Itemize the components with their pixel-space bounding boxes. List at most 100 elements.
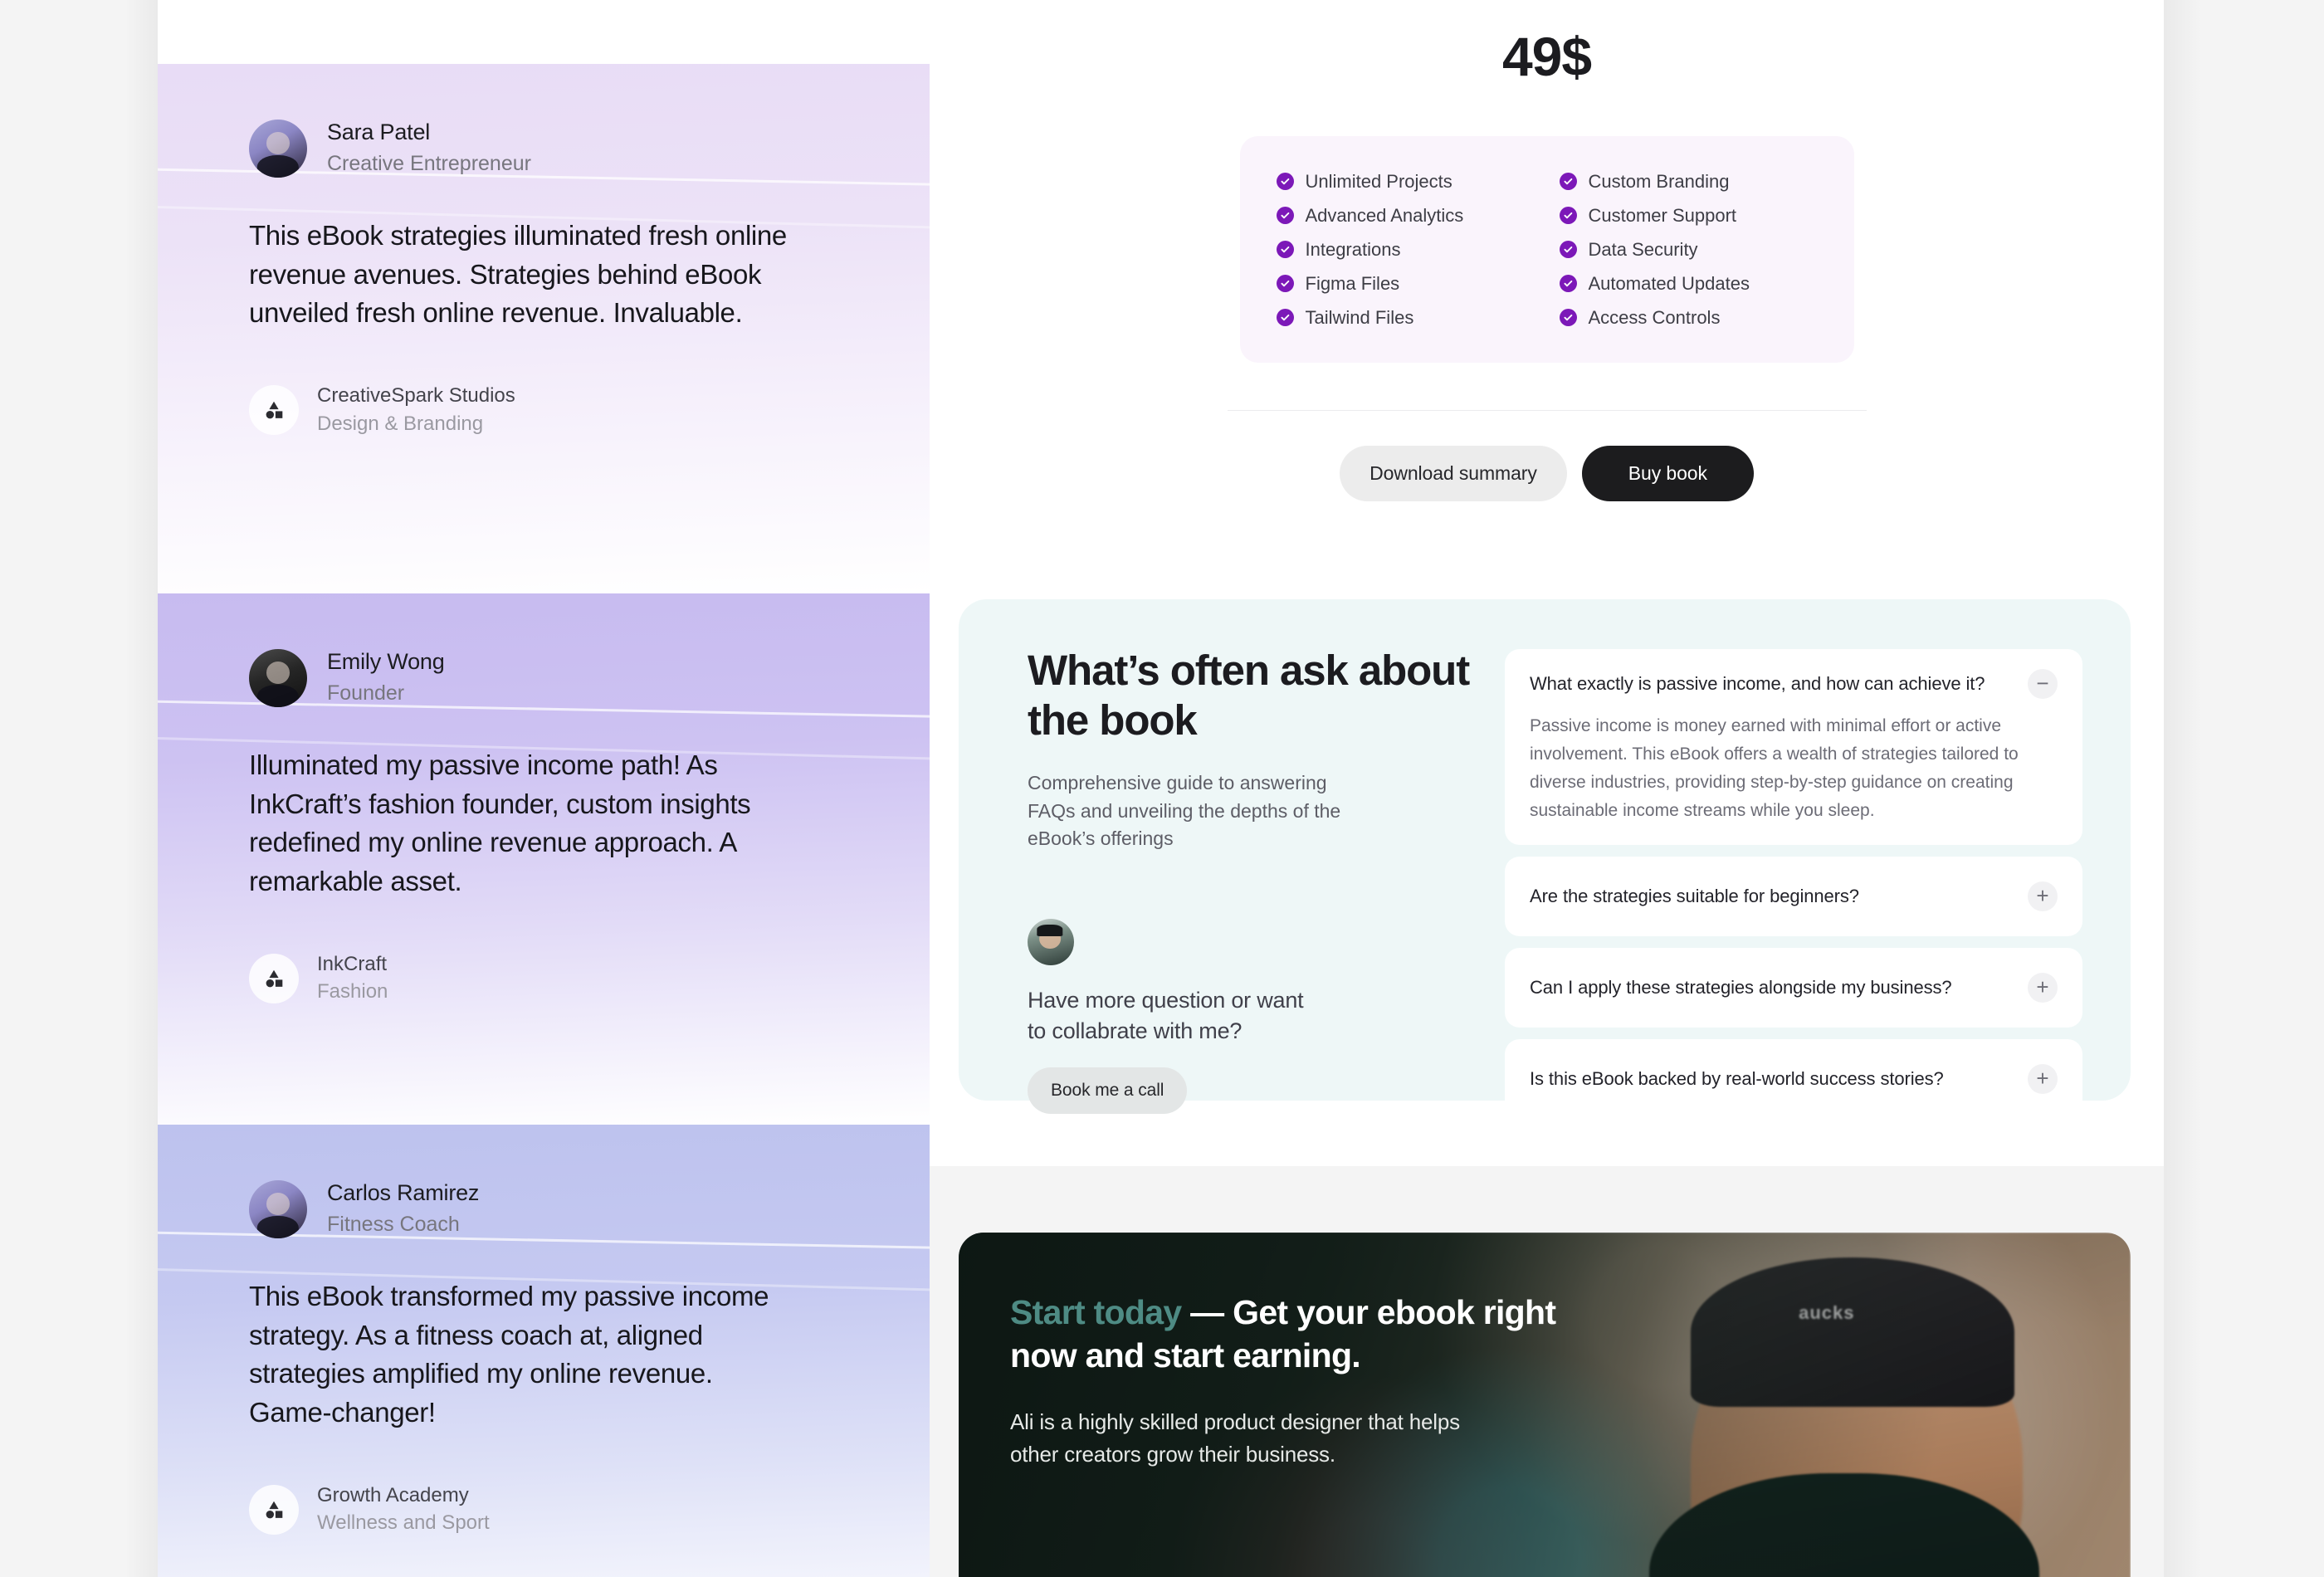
feature-item: Advanced Analytics xyxy=(1276,198,1535,232)
testimonial-card: Carlos Ramirez Fitness Coach This eBook … xyxy=(158,1125,930,1577)
company-logo-icon xyxy=(249,385,299,436)
feature-label: Automated Updates xyxy=(1588,272,1750,294)
company-logo-icon xyxy=(249,953,299,1003)
feature-label: Tailwind Files xyxy=(1305,306,1414,328)
testimonial-name: Carlos Ramirez xyxy=(327,1180,480,1205)
testimonial-industry: Design & Branding xyxy=(317,412,484,435)
feature-label: Custom Branding xyxy=(1588,170,1730,192)
testimonial-name: Sara Patel xyxy=(327,120,431,144)
faq-item-header[interactable]: Are the strategies suitable for beginner… xyxy=(1530,881,2058,912)
feature-label: Access Controls xyxy=(1588,306,1721,328)
check-icon xyxy=(1559,173,1577,190)
feature-label: Integrations xyxy=(1305,238,1401,260)
testimonial-company: CreativeSpark Studios xyxy=(317,384,515,408)
plus-icon[interactable]: + xyxy=(2028,881,2058,912)
faq-item[interactable]: Can I apply these strategies alongside m… xyxy=(1505,948,2082,1028)
avatar xyxy=(249,1179,307,1238)
right-gutter-shadow xyxy=(2164,0,2202,1577)
testimonial-header: Carlos Ramirez Fitness Coach xyxy=(249,1179,855,1239)
testimonial-card: Emily Wong Founder Illuminated my passiv… xyxy=(158,593,930,1125)
faq-item-header[interactable]: What exactly is passive income, and how … xyxy=(1530,669,2058,699)
check-icon xyxy=(1276,207,1294,224)
check-icon xyxy=(1559,241,1577,258)
feature-label: Customer Support xyxy=(1588,204,1737,226)
faq-item[interactable]: What exactly is passive income, and how … xyxy=(1505,649,2082,846)
testimonial-quote: This eBook strategies illuminated fresh … xyxy=(249,219,787,329)
testimonial-company: InkCraft xyxy=(317,953,388,976)
testimonial-footer: Growth Academy Wellness and Sport xyxy=(249,1482,855,1537)
check-icon xyxy=(1276,275,1294,292)
feature-item: Figma Files xyxy=(1276,266,1535,300)
faq-title: What’s often ask about the book xyxy=(1028,647,1470,744)
feature-item: Customer Support xyxy=(1559,198,1818,232)
price-label: 49$ xyxy=(1501,26,1592,87)
feature-item: Data Security xyxy=(1559,232,1818,266)
testimonial-industry: Fashion xyxy=(317,980,388,1003)
check-icon xyxy=(1559,207,1577,224)
avatar xyxy=(249,648,307,707)
testimonial-quote: Illuminated my passive income path! As I… xyxy=(249,749,751,897)
faq-answer: Passive income is money earned with mini… xyxy=(1530,716,2019,821)
features-panel: Unlimited Projects Custom Branding Advan… xyxy=(1239,136,1854,363)
page-root: S ne You Sara Patel xyxy=(0,0,2324,1577)
check-icon xyxy=(1276,173,1294,190)
hero-headline: Start today — Get your ebook right now a… xyxy=(1010,1291,1575,1378)
hero-text-block: Start today — Get your ebook right now a… xyxy=(1010,1291,1575,1471)
check-icon xyxy=(1559,275,1577,292)
check-icon xyxy=(1559,309,1577,326)
testimonial-footer: CreativeSpark Studios Design & Branding xyxy=(249,383,855,437)
company-logo-icon xyxy=(249,1484,299,1535)
testimonial-name: Emily Wong xyxy=(327,649,445,674)
faq-item-header[interactable]: Is this eBook backed by real-world succe… xyxy=(1530,1064,2058,1095)
faq-intro: What’s often ask about the book Comprehe… xyxy=(1007,646,1505,1115)
testimonial-header: Sara Patel Creative Entrepreneur xyxy=(249,119,855,178)
feature-item: Automated Updates xyxy=(1559,266,1818,300)
faq-section: What’s often ask about the book Comprehe… xyxy=(959,599,2131,1120)
faq-item[interactable]: Is this eBook backed by real-world succe… xyxy=(1505,1039,2082,1120)
book-call-button[interactable]: Book me a call xyxy=(1028,1067,1188,1115)
faq-question: Is this eBook backed by real-world succe… xyxy=(1530,1068,1944,1090)
faq-question: Can I apply these strategies alongside m… xyxy=(1530,977,1952,998)
testimonial-card: Sara Patel Creative Entrepreneur This eB… xyxy=(158,64,930,593)
feature-item: Integrations xyxy=(1276,232,1535,266)
check-icon xyxy=(1276,241,1294,258)
testimonial-company: Growth Academy xyxy=(317,1484,469,1507)
avatar xyxy=(249,119,307,178)
check-icon xyxy=(1276,309,1294,326)
pricing-actions: Download summary Buy book xyxy=(930,446,2164,501)
feature-item: Unlimited Projects xyxy=(1276,164,1535,198)
feature-label: Data Security xyxy=(1588,238,1698,260)
feature-item: Access Controls xyxy=(1559,300,1818,334)
testimonial-role: Creative Entrepreneur xyxy=(327,151,531,175)
section-divider xyxy=(1227,410,1867,411)
left-gutter-shadow xyxy=(124,0,159,1577)
faq-item-header[interactable]: Can I apply these strategies alongside m… xyxy=(1530,973,2058,1003)
faq-contact-prompt: Have more question or want to collabrate… xyxy=(1028,988,1304,1043)
plus-icon[interactable]: + xyxy=(2028,1064,2058,1095)
plus-icon[interactable]: + xyxy=(2028,973,2058,1003)
download-summary-button[interactable]: Download summary xyxy=(1340,446,1567,501)
faq-accordion: What exactly is passive income, and how … xyxy=(1505,646,2082,1120)
feature-label: Unlimited Projects xyxy=(1305,170,1452,192)
feature-label: Advanced Analytics xyxy=(1305,204,1464,226)
faq-subtitle: Comprehensive guide to answering FAQs an… xyxy=(1028,772,1341,849)
testimonial-column: S ne You Sara Patel xyxy=(158,0,930,1577)
hero-headline-accent: Start today xyxy=(1010,1293,1182,1331)
author-avatar xyxy=(1028,919,1074,966)
testimonial-header: Emily Wong Founder xyxy=(249,648,855,708)
testimonial-footer: InkCraft Fashion xyxy=(249,951,855,1006)
testimonial-role: Founder xyxy=(327,681,405,705)
testimonial-industry: Wellness and Sport xyxy=(317,1511,490,1535)
cta-hero: aucks Start today — Get your ebook right… xyxy=(959,1233,2131,1577)
minus-icon[interactable]: − xyxy=(2028,669,2058,699)
faq-author: Have more question or want to collabrate… xyxy=(1028,919,1505,1115)
faq-item[interactable]: Are the strategies suitable for beginner… xyxy=(1505,857,2082,937)
feature-item: Tailwind Files xyxy=(1276,300,1535,334)
feature-item: Custom Branding xyxy=(1559,164,1818,198)
faq-question: Are the strategies suitable for beginner… xyxy=(1530,886,1859,907)
testimonial-quote: This eBook transformed my passive income… xyxy=(249,1280,769,1428)
feature-label: Figma Files xyxy=(1305,272,1400,294)
buy-book-button[interactable]: Buy book xyxy=(1581,446,1754,501)
testimonial-role: Fitness Coach xyxy=(327,1212,460,1236)
faq-question: What exactly is passive income, and how … xyxy=(1530,673,1985,694)
